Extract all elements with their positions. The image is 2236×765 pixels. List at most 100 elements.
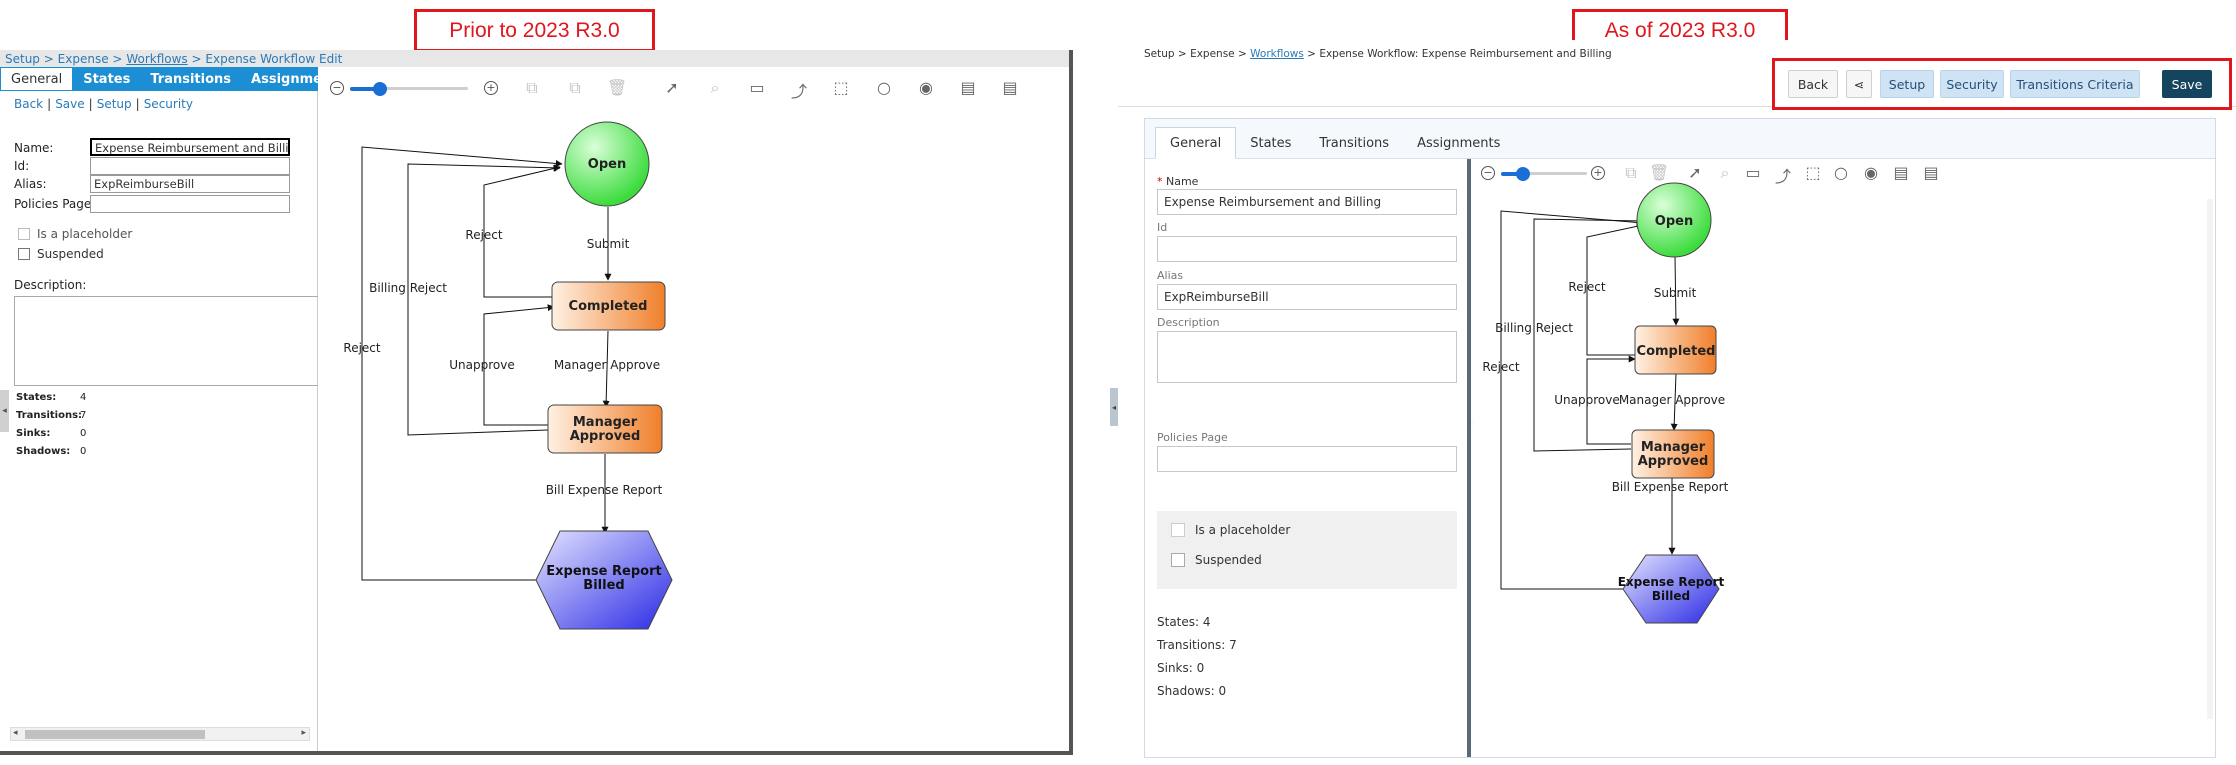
description-textarea[interactable]: [14, 296, 318, 386]
stat-shadows: Shadows: 0: [1157, 684, 1227, 698]
security-link[interactable]: Security: [144, 97, 193, 111]
breadcrumb-sep: >: [1237, 48, 1247, 60]
new-workflow-editor: Setup > Expense > Workflows > Expense Wo…: [1110, 40, 2236, 765]
state-open-label: Open: [1655, 214, 1693, 229]
new-breadcrumb: Setup > Expense > Workflows > Expense Wo…: [1144, 48, 1612, 60]
state-open-label: Open: [588, 157, 626, 172]
state-manager-label-1: Manager: [1641, 440, 1706, 455]
policies-input[interactable]: [1157, 446, 1457, 472]
edge-label-bill: Bill Expense Report: [1612, 480, 1729, 494]
breadcrumb-sep: >: [1177, 48, 1187, 60]
placeholder-label: Is a placeholder: [1195, 523, 1291, 537]
edge-label-unapprove: Unapprove: [449, 358, 514, 372]
horizontal-scrollbar[interactable]: ◂ ▸: [10, 727, 310, 741]
tab-general[interactable]: General: [1155, 127, 1237, 159]
back-button[interactable]: Back: [1788, 70, 1838, 98]
collapse-handle-icon[interactable]: ◂: [1110, 388, 1118, 426]
breadcrumb-sep: >: [43, 52, 54, 66]
setup-link[interactable]: Setup: [97, 97, 132, 111]
tab-transitions[interactable]: Transitions: [1305, 127, 1403, 159]
checkbox-box: [1171, 553, 1185, 567]
save-link[interactable]: Save: [55, 97, 84, 111]
stat-states: States: 4: [16, 392, 87, 403]
scroll-thumb[interactable]: [25, 730, 205, 739]
share-icon[interactable]: ⋖: [1846, 70, 1872, 98]
state-billed-label-2: Billed: [1652, 589, 1690, 603]
breadcrumb-setup[interactable]: Setup: [1144, 48, 1175, 60]
edge-label-bill: Bill Expense Report: [546, 483, 663, 497]
old-action-links: Back | Save | Setup | Security: [14, 97, 193, 111]
name-input[interactable]: Expense Reimbursement and Billing: [90, 138, 290, 156]
vertical-scrollbar[interactable]: [2207, 199, 2213, 719]
checkbox-box: [1171, 523, 1185, 537]
id-input[interactable]: [1157, 236, 1457, 262]
state-completed-label: Completed: [1637, 344, 1716, 359]
name-label: * Name: [1157, 175, 1199, 188]
alias-input[interactable]: ExpReimburseBill: [90, 175, 290, 193]
stat-sinks: Sinks: 0: [16, 428, 87, 439]
tab-assignments[interactable]: Assignments: [1403, 127, 1514, 159]
state-manager-label-1: Manager: [573, 415, 638, 430]
edge-label-manager-approve: Manager Approve: [1619, 393, 1725, 407]
state-manager-label-2: Approved: [570, 429, 641, 444]
breadcrumb-workflows[interactable]: Workflows: [1250, 48, 1304, 60]
placeholder-checkbox[interactable]: Is a placeholder: [18, 227, 132, 241]
edge-label-manager-approve: Manager Approve: [554, 358, 660, 372]
edge-label-billing-reject: Billing Reject: [1495, 321, 1573, 335]
suspended-label: Suspended: [1195, 553, 1262, 567]
tab-states[interactable]: States: [73, 67, 140, 91]
stat-sinks: Sinks: 0: [1157, 661, 1205, 675]
breadcrumb-expense[interactable]: Expense: [1190, 48, 1235, 60]
name-label: Name:: [14, 141, 54, 155]
policies-label: Policies Page:: [14, 197, 96, 211]
setup-button[interactable]: Setup: [1880, 70, 1934, 98]
name-input[interactable]: Expense Reimbursement and Billing: [1157, 189, 1457, 215]
breadcrumb-workflows[interactable]: Workflows: [126, 52, 187, 66]
suspended-checkbox[interactable]: Suspended: [1171, 553, 1262, 567]
edge-label-reject-billed: Reject: [343, 341, 380, 355]
edge-label-submit: Submit: [1654, 286, 1697, 300]
state-billed-label-1: Expense Report: [546, 564, 661, 579]
id-input[interactable]: [90, 157, 290, 175]
breadcrumb-setup[interactable]: Setup: [5, 52, 40, 66]
edge-label-reject-billed: Reject: [1482, 360, 1519, 374]
stat-states: States: 4: [1157, 615, 1211, 629]
edge-label-reject: Reject: [465, 228, 502, 242]
state-billed-label-2: Billed: [583, 578, 624, 593]
edge-label-submit: Submit: [587, 237, 630, 251]
callout-prior: Prior to 2023 R3.0: [414, 9, 655, 52]
workflow-diagram: Open Completed Manager Approved Expense …: [1482, 182, 1729, 624]
state-manager-label-2: Approved: [1638, 454, 1709, 469]
transitions-criteria-button[interactable]: Transitions Criteria: [2010, 70, 2140, 98]
security-button[interactable]: Security: [1940, 70, 2004, 98]
workflow-panel: General States Transitions Assignments *…: [1144, 118, 2216, 758]
stat-transitions: Transitions: 7: [16, 410, 87, 421]
old-left-panel: General States Transitions Assignments B…: [0, 67, 345, 751]
new-general-form: * Name Expense Reimbursement and Billing…: [1145, 159, 1471, 757]
tab-general[interactable]: General: [0, 67, 74, 91]
save-button[interactable]: Save: [2162, 70, 2212, 98]
stat-transitions: Transitions: 7: [1157, 638, 1237, 652]
scroll-right-icon[interactable]: ▸: [301, 728, 306, 738]
old-workflow-canvas[interactable]: − + ⧉ ⧉ 🗑 ➚ ⌕ ▭ ⤴ ⬚ ○ ◉ ▤ ▤ Open Complet…: [318, 67, 1069, 751]
new-workflow-canvas[interactable]: − + ⧉ 🗑 ➚ ⌕ ▭ ⤴ ⬚ ○ ◉ ▤ ▤ Open Completed…: [1471, 159, 2215, 757]
suspended-label: Suspended: [37, 247, 104, 261]
policies-input[interactable]: [90, 195, 290, 213]
alias-input[interactable]: ExpReimburseBill: [1157, 284, 1457, 310]
old-workflow-editor: Setup > Expense > Workflows > Expense Wo…: [0, 50, 1073, 755]
breadcrumb-expense[interactable]: Expense: [58, 52, 109, 66]
checkbox-group: Is a placeholder Suspended: [1157, 511, 1457, 589]
back-link[interactable]: Back: [14, 97, 43, 111]
placeholder-checkbox[interactable]: Is a placeholder: [1171, 523, 1290, 537]
panel-splitter-icon[interactable]: ⋮: [1467, 419, 1477, 430]
description-label: Description: [1157, 316, 1220, 329]
suspended-checkbox[interactable]: Suspended: [18, 247, 104, 261]
checkbox-box: [18, 248, 30, 260]
tab-transitions[interactable]: Transitions: [140, 67, 241, 91]
description-textarea[interactable]: [1157, 331, 1457, 383]
tab-states[interactable]: States: [1236, 127, 1305, 159]
scroll-left-icon[interactable]: ◂: [13, 728, 18, 738]
breadcrumb-sep: >: [191, 52, 202, 66]
edge-label-unapprove: Unapprove: [1554, 393, 1619, 407]
collapse-handle-icon[interactable]: ◂: [0, 390, 9, 432]
